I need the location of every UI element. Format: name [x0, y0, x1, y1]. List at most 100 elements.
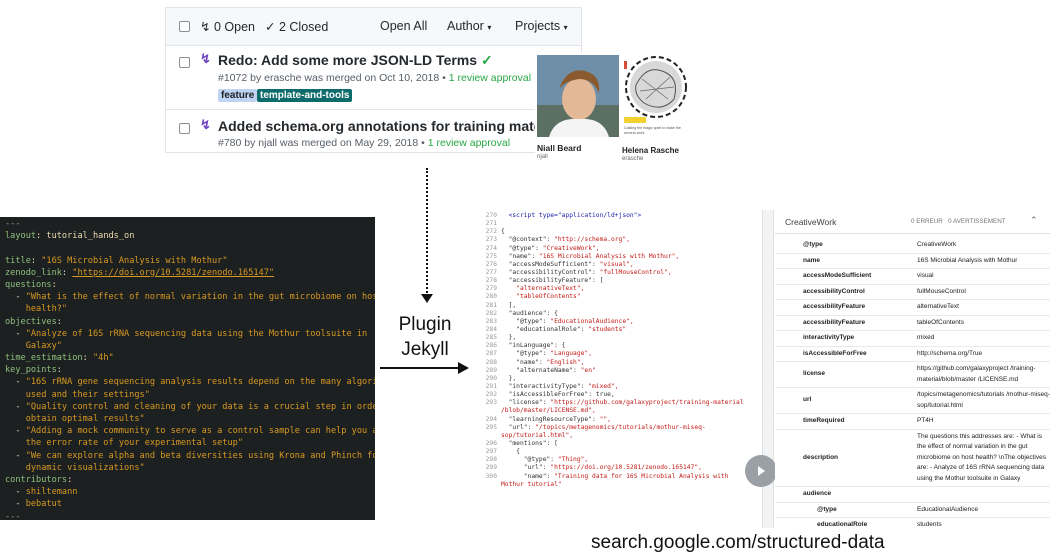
pr-list-header: ↯ 0 Open ✓ 2 Closed Open All Author ▾ Pr… [166, 8, 581, 46]
line-number: 270 [485, 212, 497, 219]
caption-url: search.google.com/structured-data [591, 532, 885, 553]
yaml-line: Galaxy" [25, 340, 62, 351]
play-button[interactable] [745, 455, 777, 487]
label-template-and-tools[interactable]: template-and-tools [257, 89, 353, 102]
property-name: description [775, 429, 912, 487]
status-badge [624, 117, 646, 123]
yaml-line: - "What is the effect of normal variatio… [5, 292, 375, 303]
property-name: timeRequired [775, 413, 912, 430]
contributor-cards: Casting the magic spell to make the serv… [535, 53, 695, 165]
projects-filter[interactable]: Projects ▾ [515, 19, 568, 33]
arrow-line [380, 367, 460, 369]
property-row: accessibilityControl fullMouseControl [775, 284, 1050, 300]
line-number: 272 [485, 228, 497, 236]
arrow-right-icon [458, 362, 469, 374]
line-number: 299 [485, 464, 497, 472]
property-name: accessibilityFeature [775, 299, 912, 316]
open-all-filter[interactable]: Open All [380, 19, 427, 33]
property-row: isAccessibleForFree http://schema.org/Tru… [775, 346, 1050, 362]
property-name: accessibilityControl [775, 284, 912, 300]
contributor-username: njall [537, 154, 548, 160]
property-value: students [912, 517, 1050, 528]
code-line: "@type": "EducationalAudience", [501, 317, 634, 325]
code-line: "tableOfContents" [501, 293, 581, 301]
contributor-username: erasche [622, 156, 644, 162]
code-line: ], [501, 301, 517, 309]
merged-pr-icon: ↯ [200, 117, 211, 132]
line-number: 273 [485, 236, 497, 244]
property-name: @type [775, 238, 912, 254]
dotted-arrow-line [426, 168, 428, 296]
line-number: 297 [485, 448, 497, 456]
label-feature[interactable]: feature [218, 89, 258, 102]
line-number: 275 [485, 252, 497, 260]
open-filter[interactable]: ↯ 0 Open [200, 19, 255, 34]
github-pr-list: ↯ 0 Open ✓ 2 Closed Open All Author ▾ Pr… [165, 7, 582, 153]
line-number [479, 481, 497, 489]
code-line: /blob/master/LICENSE.md", [501, 407, 596, 415]
closed-filter[interactable]: ✓ 2 Closed [265, 19, 328, 34]
author-filter[interactable]: Author ▾ [447, 19, 491, 33]
plugin-label: Plugin Jekyll [382, 312, 468, 362]
line-number: 300 [485, 472, 497, 480]
code-line: "isAccessibleForFree": true, [501, 391, 615, 399]
property-name: name [775, 253, 912, 269]
line-number: 278 [485, 277, 497, 285]
yaml-line: the error rate of your experimental setu… [25, 438, 244, 449]
line-numbers: 270 271 272 273 274 275 276 277 278 279 280 281 282 2… [479, 212, 497, 489]
pr-title-link[interactable]: Redo: Add some more JSON-LD Terms ✓ [218, 52, 493, 69]
pr-title-link[interactable]: Added schema.org annotations for trainin… [218, 118, 570, 134]
yaml-line: obtain optimal results" [25, 414, 145, 424]
pr-checkbox[interactable] [179, 123, 190, 134]
property-name: url [775, 387, 912, 414]
result-header[interactable]: CreativeWork 0 ERREUR 0 AVERTISSEMENT ⌃ [775, 210, 1050, 234]
property-value: 16S Microbial Analysis with Mothur [912, 253, 1050, 269]
yaml-line: questions: [5, 279, 57, 290]
status-caption: Casting the magic spell to make the serv… [624, 126, 681, 135]
contributor-name[interactable]: Helena Rasche [622, 146, 679, 155]
line-number: 286 [485, 342, 497, 350]
code-line: "name": "English", [501, 358, 585, 366]
property-row: @type CreativeWork [775, 238, 1050, 254]
property-row: accessModeSufficient visual [775, 268, 1050, 285]
property-value: visual [912, 268, 1050, 285]
yaml-line: objectives: [5, 316, 62, 327]
contributor-name[interactable]: Niall Beard [537, 143, 581, 153]
pr-checkbox[interactable] [179, 57, 190, 68]
yaml-line: contributors: [5, 474, 73, 485]
source-lines: <script type="application/ld+json"> { "@c… [501, 212, 744, 489]
line-number: 295 [485, 423, 497, 431]
line-number: 271 [485, 220, 497, 228]
line-number: 292 [485, 391, 497, 399]
structured-data-panel: CreativeWork 0 ERREUR 0 AVERTISSEMENT ⌃ … [775, 210, 1050, 528]
property-name: accessibilityFeature [775, 315, 912, 331]
property-row: timeRequired PT4H [775, 413, 1050, 430]
yaml-line: title: "16S Microbial Analysis with Moth… [5, 255, 228, 266]
property-row: audience [775, 486, 1050, 503]
yaml-line: zenodo_link: "https://doi.org/10.5281/ze… [5, 267, 275, 278]
select-all-checkbox[interactable] [179, 21, 190, 32]
line-number: 277 [485, 268, 497, 276]
property-value: tableOfContents [912, 315, 1050, 331]
zenodo-link[interactable]: "https://doi.org/10.5281/zenodo.165147" [72, 268, 274, 278]
pr-meta: #780 by njall was merged on May 29, 2018… [218, 137, 511, 149]
review-approval-link[interactable]: 1 review approval [449, 72, 531, 84]
code-line: "name": "16S Microbial Analysis with Mot… [501, 252, 680, 260]
property-value: fullMouseControl [912, 284, 1050, 300]
yaml-line: used and their settings" [25, 389, 150, 400]
line-number: 289 [485, 366, 497, 374]
merged-pr-icon: ↯ [200, 51, 211, 66]
property-name: isAccessibleForFree [775, 346, 912, 362]
review-approval-link[interactable]: 1 review approval [428, 137, 510, 149]
property-row: educationalRole students [775, 517, 1050, 528]
yaml-front-matter-editor: --- layout: tutorial_hands_on title: "16… [0, 217, 375, 520]
chevron-up-icon[interactable]: ⌃ [1030, 215, 1038, 226]
yaml-line: key_points: [5, 365, 62, 376]
property-name: @type [775, 502, 912, 518]
property-name: educationalRole [775, 517, 912, 528]
property-value: The questions this addresses are: - What… [912, 429, 1050, 487]
check-icon: ✓ [265, 20, 276, 34]
code-line: "license": "https://github.com/galaxypro… [501, 399, 744, 407]
property-row: description The questions this addresses … [775, 429, 1050, 487]
